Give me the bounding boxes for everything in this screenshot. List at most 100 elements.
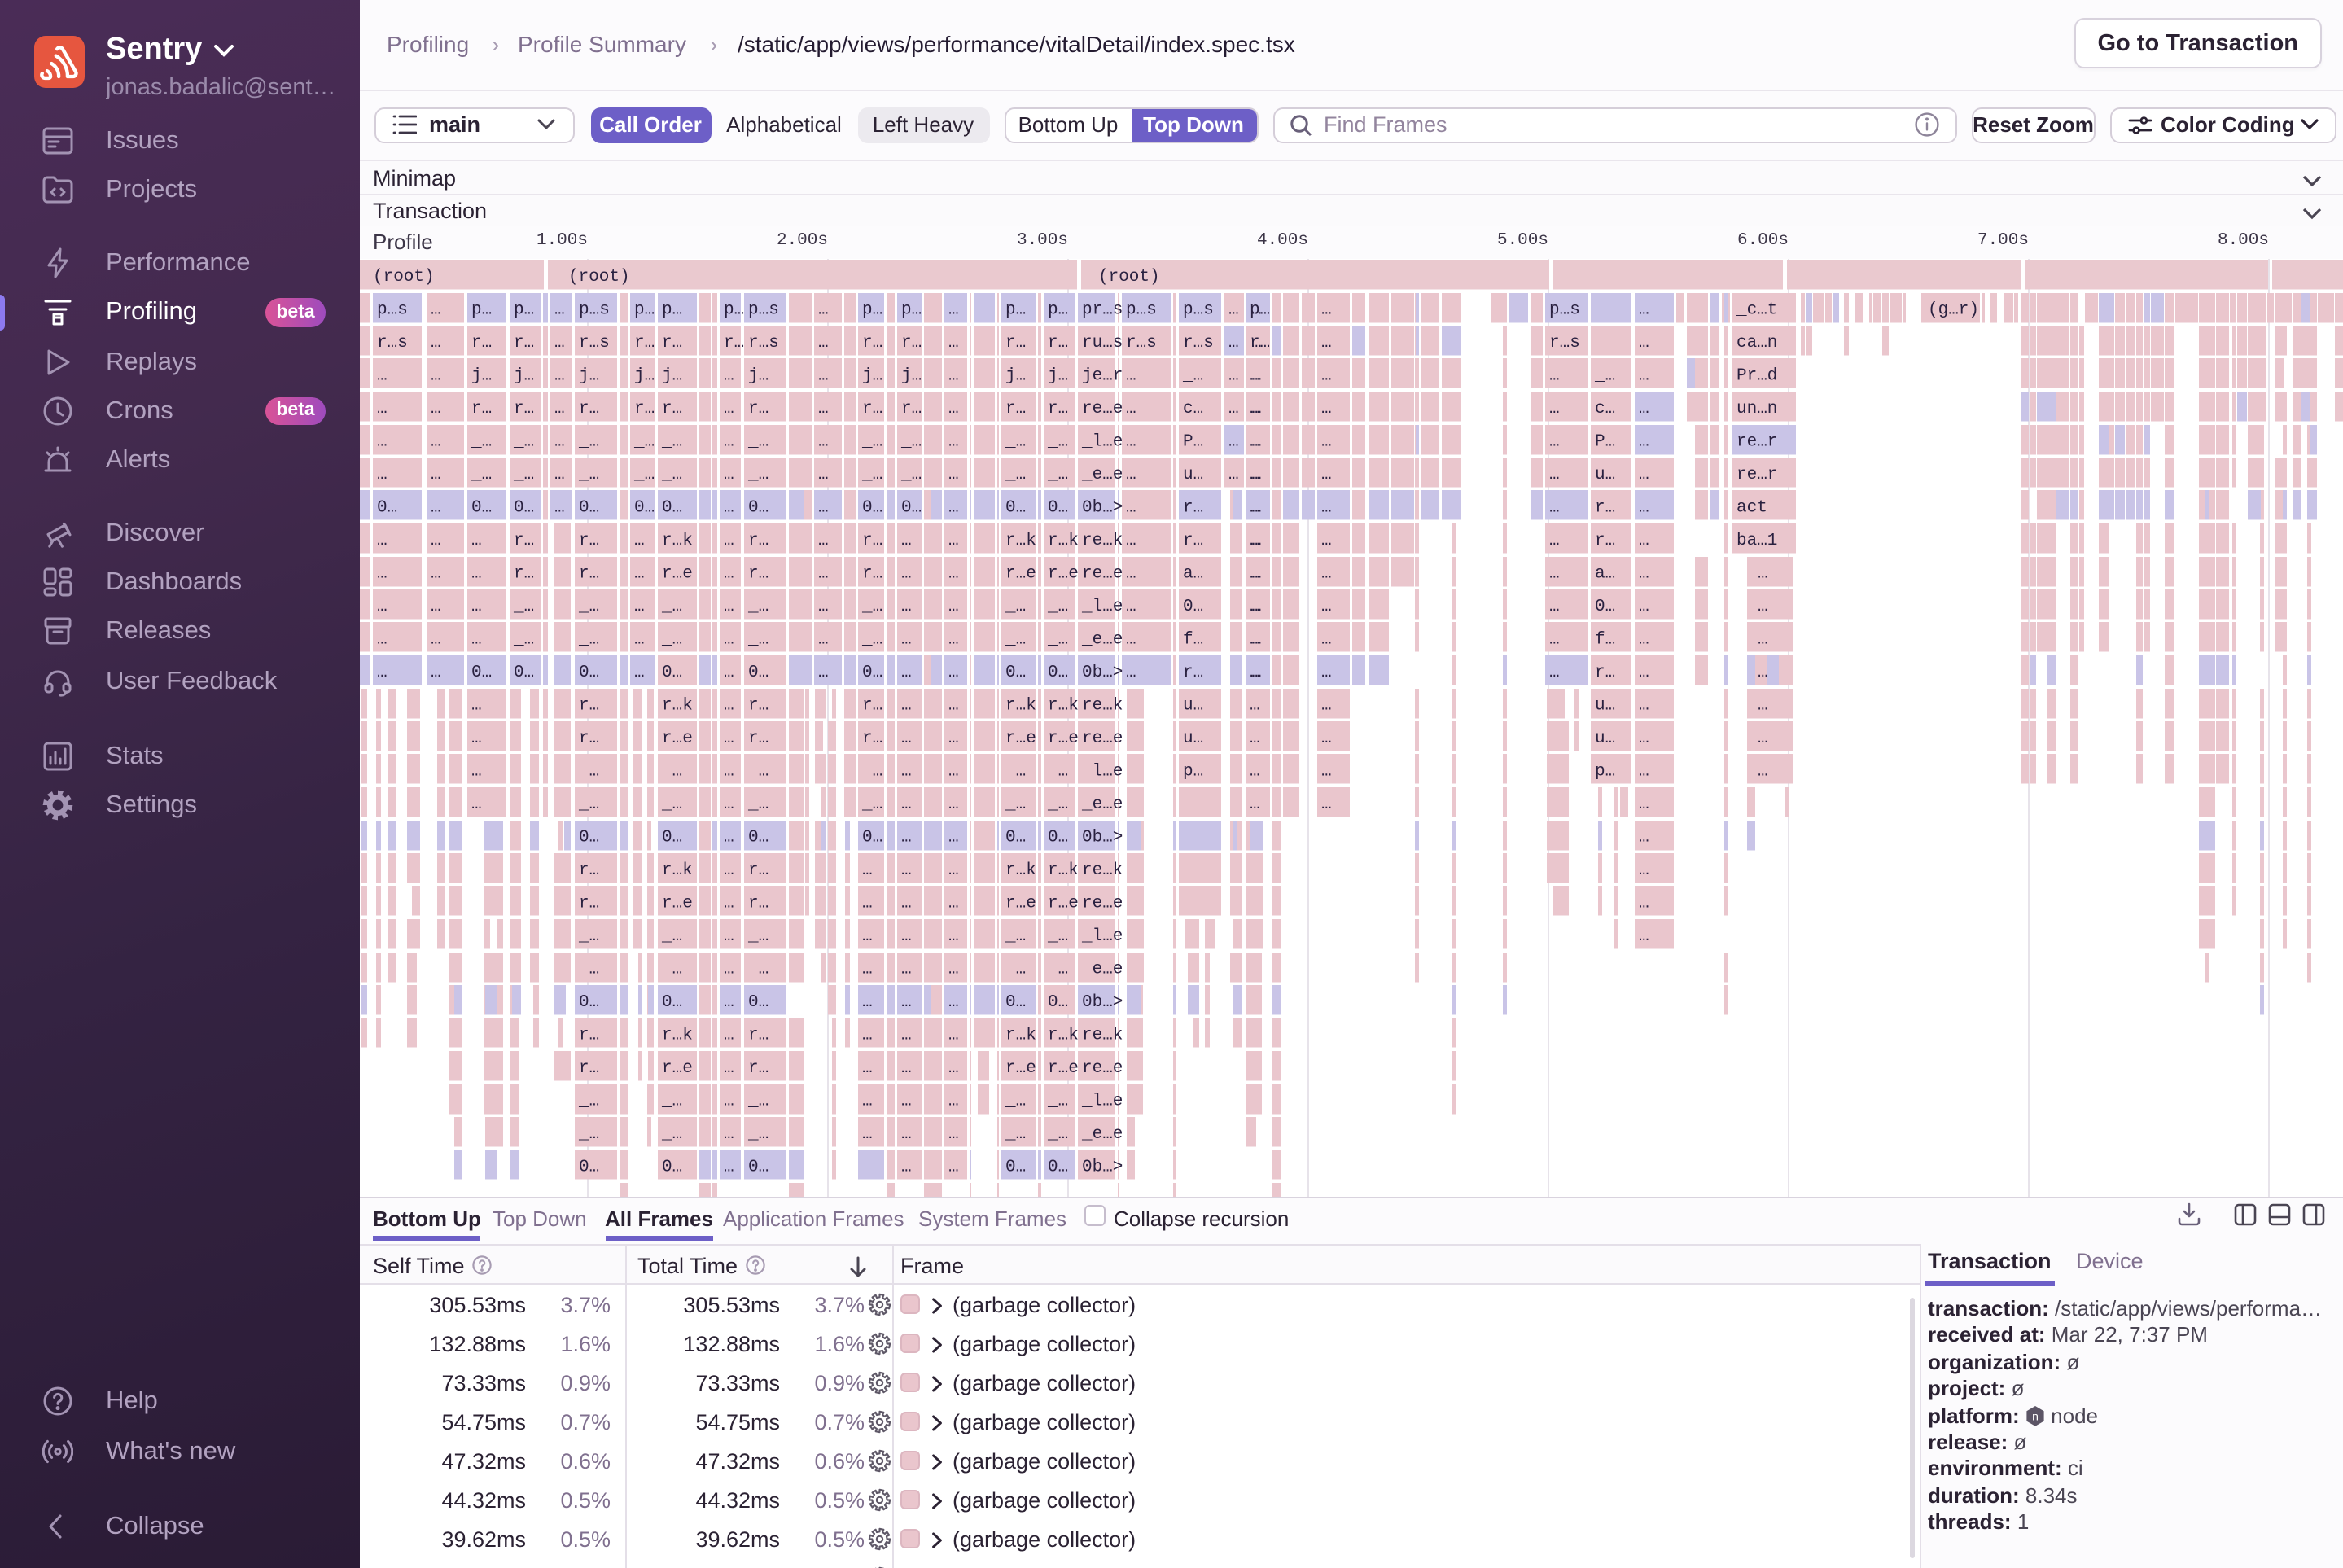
- svg-text:r…: r…: [579, 861, 599, 879]
- svg-text:r…e: r…e: [1005, 1058, 1036, 1077]
- svg-text:p…: p…: [662, 300, 682, 319]
- svg-text:…: …: [1639, 300, 1649, 319]
- svg-text:0…: 0…: [471, 498, 492, 517]
- svg-text:0…: 0…: [1005, 828, 1026, 847]
- svg-text:r…e: r…e: [1005, 729, 1036, 747]
- svg-text:p…: p…: [471, 300, 492, 319]
- svg-text:_…: _…: [1005, 465, 1026, 484]
- svg-text:_…: _…: [1005, 762, 1026, 781]
- svg-text:r…k: r…k: [1048, 531, 1079, 550]
- svg-text:…: …: [1758, 696, 1768, 715]
- svg-text:je…r: je…r: [1082, 366, 1123, 385]
- svg-text:p…: p…: [724, 300, 744, 319]
- svg-text:…: …: [724, 1124, 734, 1143]
- svg-text:…: …: [471, 762, 482, 781]
- svg-text:_…: _…: [633, 465, 655, 484]
- svg-text:…: …: [724, 630, 734, 649]
- svg-text:u…: u…: [1183, 729, 1203, 747]
- svg-text:…: …: [1639, 762, 1649, 781]
- svg-text:P…: P…: [1183, 432, 1203, 451]
- svg-text:r…: r…: [862, 729, 882, 747]
- svg-text:r…e: r…e: [662, 564, 693, 583]
- svg-text:r…e: r…e: [1048, 564, 1079, 583]
- svg-text:…: …: [471, 564, 482, 583]
- svg-text:r…: r…: [901, 333, 922, 352]
- svg-text:r…s: r…s: [377, 333, 408, 352]
- svg-text:0…: 0…: [748, 992, 769, 1011]
- svg-text:…: …: [1250, 696, 1260, 715]
- svg-text:0…: 0…: [1048, 663, 1068, 681]
- svg-text:p…s: p…s: [579, 300, 610, 319]
- svg-text:…: …: [554, 498, 565, 517]
- svg-text:…: …: [377, 366, 388, 385]
- svg-text:…: …: [1758, 663, 1768, 681]
- svg-text:_…: _…: [661, 432, 682, 451]
- svg-text:r…: r…: [1183, 498, 1203, 517]
- svg-text:_…: _…: [578, 960, 599, 979]
- svg-text:_…: _…: [1005, 926, 1026, 945]
- svg-text:…: …: [901, 894, 912, 913]
- svg-text:r…: r…: [1595, 498, 1615, 517]
- svg-text:…: …: [724, 498, 734, 517]
- svg-text:…: …: [1321, 465, 1332, 484]
- svg-text:…: …: [431, 597, 441, 615]
- svg-text:_…: _…: [1005, 1092, 1026, 1110]
- svg-text:…: …: [724, 762, 734, 781]
- svg-text:r…s: r…s: [1183, 333, 1214, 352]
- svg-text:…: …: [948, 762, 959, 781]
- svg-text:…: …: [818, 399, 829, 418]
- svg-text:r…e: r…e: [662, 894, 693, 913]
- svg-text:…: …: [1250, 762, 1260, 781]
- svg-text:_…: _…: [1047, 960, 1068, 979]
- svg-text:_…: _…: [578, 630, 599, 649]
- svg-text:r…: r…: [1595, 663, 1615, 681]
- svg-text:_…: _…: [1047, 465, 1068, 484]
- svg-text:r…: r…: [471, 399, 492, 418]
- svg-text:…: …: [1549, 498, 1560, 517]
- svg-text:r…: r…: [901, 399, 922, 418]
- svg-text:…: …: [377, 465, 388, 484]
- svg-text:_…: _…: [1594, 366, 1615, 385]
- svg-text:…: …: [948, 399, 959, 418]
- svg-text:…: …: [1321, 795, 1332, 813]
- svg-text:…: …: [1228, 300, 1239, 319]
- svg-text:r…s: r…s: [748, 333, 779, 352]
- svg-text:_…: _…: [471, 432, 492, 451]
- svg-text:…: …: [1126, 465, 1136, 484]
- svg-text:0…: 0…: [862, 663, 882, 681]
- svg-text:…: …: [431, 630, 441, 649]
- svg-text:_e…e: _e…e: [1081, 465, 1123, 484]
- svg-text:…: …: [901, 630, 912, 649]
- svg-text:r…: r…: [862, 564, 882, 583]
- svg-text:…: …: [901, 992, 912, 1011]
- svg-text:…: …: [1639, 663, 1649, 681]
- svg-text:re…r: re…r: [1736, 432, 1777, 451]
- svg-text:…: …: [377, 564, 388, 583]
- svg-text:r…: r…: [862, 333, 882, 352]
- svg-text:…: …: [1549, 597, 1560, 615]
- svg-text:_…: _…: [900, 465, 922, 484]
- svg-text:…: …: [1639, 894, 1649, 913]
- svg-text:r…: r…: [579, 696, 599, 715]
- svg-text:…: …: [1758, 762, 1768, 781]
- svg-text:0…: 0…: [1595, 597, 1615, 615]
- svg-text:…: …: [1321, 498, 1332, 517]
- svg-text:pr…s: pr…s: [1082, 300, 1123, 319]
- svg-text:p…: p…: [1048, 300, 1068, 319]
- svg-text:…: …: [1639, 795, 1649, 813]
- svg-text:_…: _…: [861, 597, 882, 615]
- svg-text:p…s: p…s: [377, 300, 408, 319]
- svg-text:_…: _…: [661, 630, 682, 649]
- svg-text:_…: _…: [747, 1092, 769, 1110]
- svg-text:…: …: [1321, 399, 1332, 418]
- svg-text:…: …: [554, 399, 565, 418]
- svg-text:…: …: [901, 663, 912, 681]
- svg-text:…: …: [431, 300, 441, 319]
- svg-text:…: …: [431, 399, 441, 418]
- svg-text:0…: 0…: [579, 992, 599, 1011]
- svg-text:u…: u…: [1595, 465, 1615, 484]
- svg-text:r…: r…: [748, 1058, 769, 1077]
- svg-text:r…k: r…k: [662, 861, 693, 879]
- svg-text:_…: _…: [633, 432, 655, 451]
- svg-text:…: …: [1639, 729, 1649, 747]
